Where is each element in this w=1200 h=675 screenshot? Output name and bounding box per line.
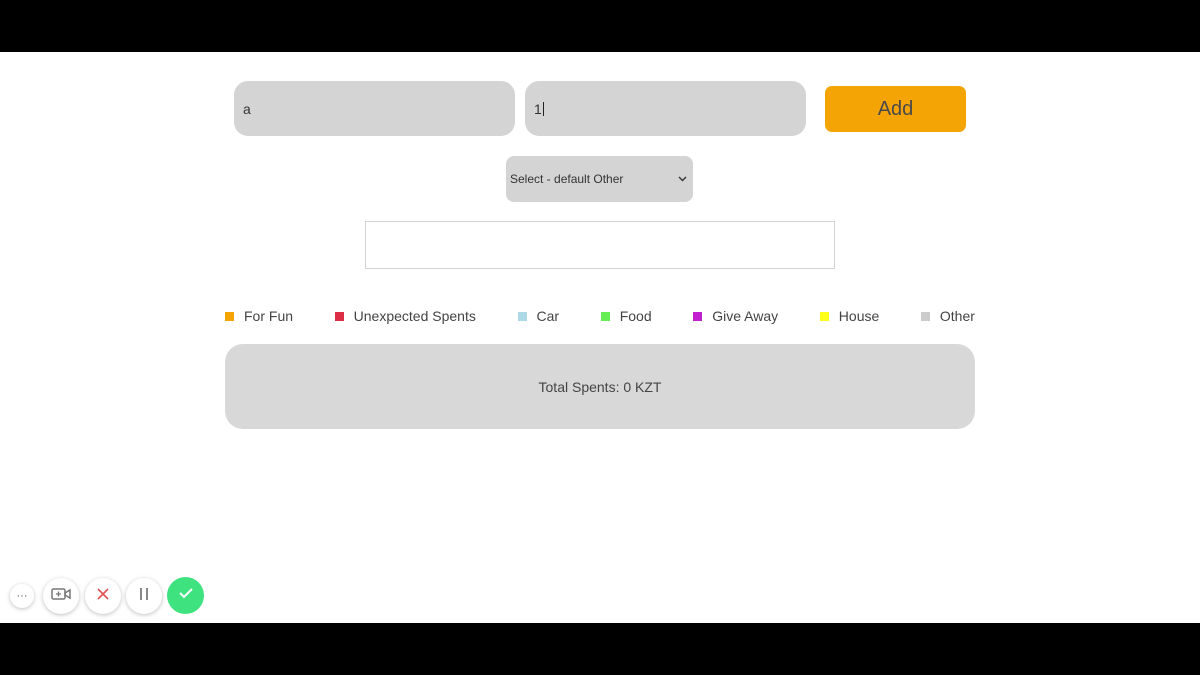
legend-label: For Fun — [244, 308, 294, 324]
legend-item-food: Food — [600, 308, 652, 324]
expense-name-value: a — [243, 100, 251, 117]
category-legend: For Fun Unexpected Spents Car Food Give … — [225, 304, 975, 328]
legend-swatch — [819, 311, 829, 321]
finish-recording-button[interactable] — [167, 577, 204, 614]
legend-item-house: House — [819, 308, 880, 324]
expense-amount-input[interactable]: 1 — [525, 81, 806, 136]
expense-name-input[interactable]: a — [234, 81, 515, 136]
letterbox-top — [0, 0, 1200, 52]
expense-amount-value: 1 — [534, 100, 542, 117]
category-select-value: Select - default Other — [510, 172, 624, 186]
legend-label: Food — [619, 308, 652, 324]
legend-label: Unexpected Spents — [353, 308, 476, 324]
legend-swatch — [920, 311, 930, 321]
total-spents-panel: Total Spents: 0 KZT — [225, 344, 975, 429]
legend-swatch — [693, 311, 703, 321]
legend-item-give-away: Give Away — [693, 308, 778, 324]
add-button[interactable]: Add — [825, 86, 966, 132]
legend-item-car: Car — [517, 308, 560, 324]
ellipsis-icon[interactable]: ··· — [10, 584, 34, 608]
legend-label: House — [838, 308, 880, 324]
legend-swatch — [225, 311, 234, 321]
legend-item-other: Other — [920, 308, 975, 324]
legend-label: Give Away — [712, 308, 779, 324]
checkmark-icon — [178, 586, 194, 605]
pause-icon — [138, 587, 150, 606]
camera-button[interactable] — [43, 578, 79, 614]
chevron-down-icon — [678, 174, 687, 185]
text-caret — [542, 101, 544, 116]
pause-recording-button[interactable] — [126, 578, 162, 614]
legend-swatch — [600, 311, 610, 321]
expenses-chart-area — [365, 221, 835, 269]
camera-icon — [51, 587, 71, 606]
total-spents-text: Total Spents: 0 KZT — [538, 378, 662, 395]
app-viewport: a 1 Add Select - default Other For Fun U… — [0, 52, 1200, 623]
letterbox-bottom — [0, 623, 1200, 675]
legend-label: Other — [939, 308, 975, 324]
cancel-recording-button[interactable] — [85, 578, 121, 614]
legend-swatch — [517, 311, 527, 321]
category-select[interactable]: Select - default Other — [506, 156, 693, 202]
legend-item-for-fun: For Fun — [225, 308, 293, 324]
legend-swatch — [334, 311, 344, 321]
legend-item-unexpected-spents: Unexpected Spents — [334, 308, 476, 324]
close-icon — [96, 587, 110, 606]
legend-label: Car — [536, 308, 560, 324]
